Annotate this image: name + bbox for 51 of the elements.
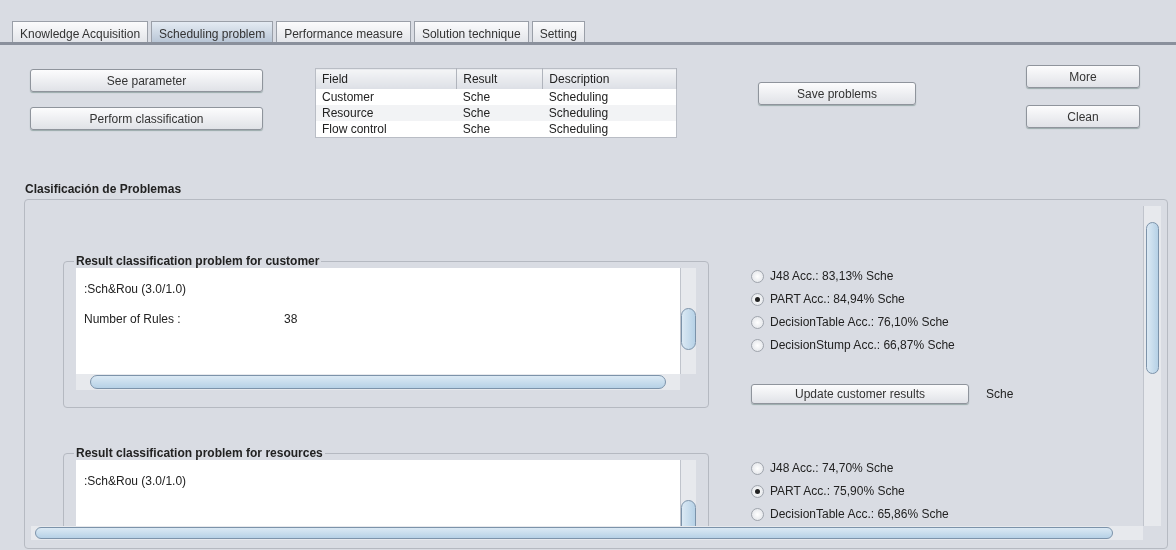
action-button[interactable]: See parameter <box>30 69 263 92</box>
radio-button[interactable] <box>751 269 764 283</box>
option-label: DecisionTable Acc.: 65,86% Sche <box>770 507 949 521</box>
radio-button[interactable] <box>751 461 764 475</box>
option-label: J48 Acc.: 74,70% Sche <box>770 461 894 475</box>
section-title: Clasificación de Problemas <box>25 182 182 196</box>
column-header[interactable]: Result <box>456 68 543 89</box>
option-label: DecisionStump Acc.: 66,87% Sche <box>770 338 955 352</box>
update-button[interactable]: Update customer results <box>751 384 969 404</box>
table-cell: Resource <box>315 105 457 121</box>
table-cell: Scheduling <box>542 121 677 138</box>
result-line: :Sch&Rou (3.0/1.0) <box>84 474 188 488</box>
horizontal-scrollbar[interactable] <box>76 374 680 390</box>
tab[interactable]: Performance measure <box>276 21 411 42</box>
action-button[interactable]: Perform classification <box>30 107 263 130</box>
group-title: Result classification problem for resources <box>75 446 324 460</box>
result-line: Number of Rules : <box>84 312 182 326</box>
option-label: DecisionTable Acc.: 76,10% Sche <box>770 315 949 329</box>
option-label: PART Acc.: 84,94% Sche <box>770 292 905 306</box>
action-button[interactable]: Clean <box>1026 105 1140 128</box>
result-text-area[interactable]: :Sch&Rou (3.0/1.0) Number of Rules : 38 <box>76 268 680 374</box>
action-button[interactable]: More <box>1026 65 1140 88</box>
option-label: PART Acc.: 75,90% Sche <box>770 484 905 498</box>
radio-button[interactable] <box>751 315 764 329</box>
table-cell: Flow control <box>315 121 457 138</box>
radio-button[interactable] <box>751 484 764 498</box>
table-cell: Scheduling <box>542 89 677 105</box>
option-label: J48 Acc.: 83,13% Sche <box>770 269 894 283</box>
result-line: :Sch&Rou (3.0/1.0) <box>84 282 188 296</box>
table-cell: Sche <box>456 105 543 121</box>
tab[interactable]: Setting <box>531 21 585 42</box>
tab[interactable]: Scheduling problem <box>151 21 274 42</box>
save-button[interactable]: Save problems <box>758 82 916 105</box>
vertical-scrollbar[interactable] <box>680 268 696 374</box>
table-cell: Scheduling <box>542 105 677 121</box>
tab[interactable]: Knowledge Acquisition <box>12 21 149 42</box>
horizontal-scrollbar[interactable] <box>31 526 1143 540</box>
result-value: 38 <box>284 312 298 326</box>
column-header[interactable]: Description <box>542 68 677 89</box>
table-cell: Customer <box>315 89 457 105</box>
vertical-scrollbar[interactable] <box>1143 206 1161 526</box>
column-header[interactable]: Field <box>315 68 457 89</box>
result-text-area[interactable]: :Sch&Rou (3.0/1.0) <box>76 460 680 526</box>
radio-button[interactable] <box>751 507 764 521</box>
radio-button[interactable] <box>751 292 764 306</box>
radio-button[interactable] <box>751 338 764 352</box>
table-cell: Sche <box>456 89 543 105</box>
group-title: Result classification problem for customer <box>75 254 321 268</box>
tab[interactable]: Solution technique <box>413 21 529 42</box>
table-cell: Sche <box>456 121 543 138</box>
result-label: Sche <box>986 387 1014 401</box>
